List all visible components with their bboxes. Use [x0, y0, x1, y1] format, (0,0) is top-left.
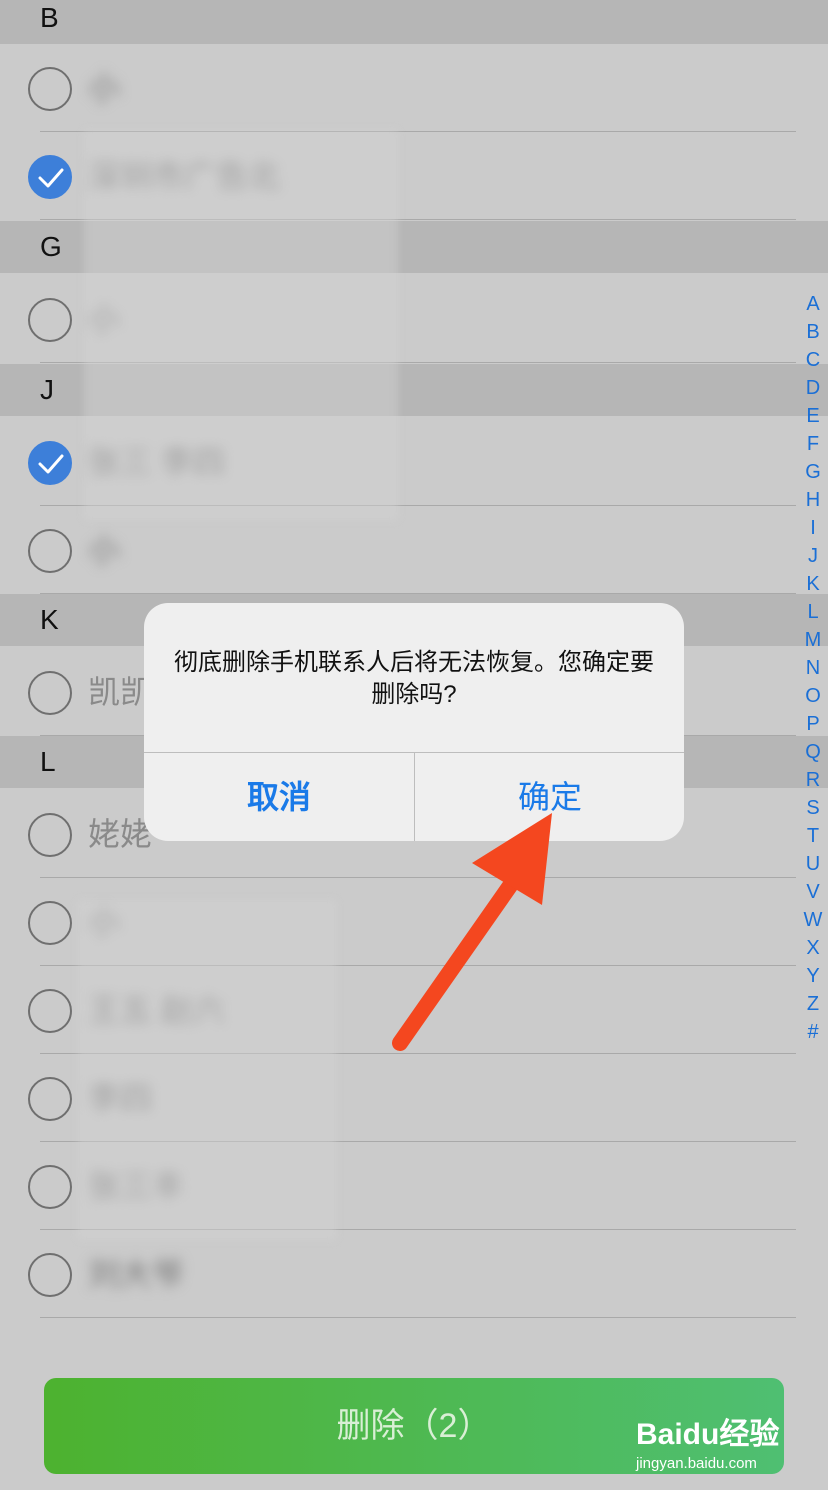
unchecked-checkbox-icon[interactable] — [28, 989, 72, 1033]
unchecked-checkbox-icon[interactable] — [28, 671, 72, 715]
contact-name: 小 — [88, 70, 121, 106]
checkmark-icon — [38, 168, 64, 188]
index-letter[interactable]: P — [806, 710, 819, 738]
contact-name: 姥姥 — [88, 816, 153, 852]
index-letter[interactable]: X — [806, 934, 819, 962]
checked-checkbox-icon[interactable] — [28, 441, 72, 485]
unchecked-checkbox-icon[interactable] — [28, 1077, 72, 1121]
index-letter[interactable]: Q — [805, 738, 821, 766]
index-letter[interactable]: F — [807, 430, 819, 458]
unchecked-checkbox-icon[interactable] — [28, 529, 72, 573]
index-letter[interactable]: G — [805, 458, 821, 486]
contact-name: 刘大爷 — [88, 1256, 185, 1292]
blur-overlay — [84, 130, 398, 520]
index-letter[interactable]: A — [806, 290, 819, 318]
index-letter[interactable]: Z — [807, 990, 819, 1018]
index-letter[interactable]: W — [804, 906, 823, 934]
index-letter[interactable]: K — [806, 570, 819, 598]
index-letter[interactable]: B — [806, 318, 819, 346]
index-letter[interactable]: U — [806, 850, 820, 878]
unchecked-checkbox-icon[interactable] — [28, 67, 72, 111]
unchecked-checkbox-icon[interactable] — [28, 1165, 72, 1209]
index-letter[interactable]: D — [806, 374, 820, 402]
watermark-brand: Baidu经验 — [636, 1417, 779, 1451]
index-letter[interactable]: M — [805, 626, 822, 654]
checked-checkbox-icon[interactable] — [28, 155, 72, 199]
dialog-message: 彻底删除手机联系人后将无法恢复。您确定要删除吗? — [174, 649, 654, 708]
index-letter[interactable]: Y — [806, 962, 819, 990]
index-letter[interactable]: L — [807, 598, 818, 626]
watermark-url: jingyan.baidu.com — [635, 1455, 757, 1472]
contact-row[interactable]: 小 — [0, 44, 828, 132]
index-letter[interactable]: T — [807, 822, 819, 850]
index-letter[interactable]: S — [806, 794, 819, 822]
contact-row[interactable]: 刘大爷 — [0, 1230, 828, 1318]
baidu-jingyan-watermark: Baidu经验 jingyan.baidu.com — [635, 1417, 779, 1472]
section-header-b: B — [0, 0, 828, 44]
blur-overlay — [78, 900, 336, 1240]
annotation-arrow-icon — [392, 813, 552, 1051]
index-letter[interactable]: C — [806, 346, 820, 374]
row-divider — [40, 1317, 796, 1318]
index-letter[interactable]: E — [806, 402, 819, 430]
index-letter[interactable]: H — [806, 486, 820, 514]
index-letter[interactable]: R — [806, 766, 820, 794]
index-letter[interactable]: J — [808, 542, 818, 570]
index-letter[interactable]: O — [805, 682, 821, 710]
unchecked-checkbox-icon[interactable] — [28, 1253, 72, 1297]
cancel-button[interactable]: 取消 — [144, 753, 414, 841]
checkmark-icon — [38, 454, 64, 474]
alphabet-index[interactable]: A B C D E F G H I J K L M N O P Q R S T U V W X Y Z # — [800, 290, 826, 1046]
index-letter[interactable]: V — [806, 878, 819, 906]
unchecked-checkbox-icon[interactable] — [28, 901, 72, 945]
contact-name: 凯凯 — [88, 674, 153, 710]
unchecked-checkbox-icon[interactable] — [28, 298, 72, 342]
index-letter[interactable]: I — [810, 514, 816, 542]
unchecked-checkbox-icon[interactable] — [28, 813, 72, 857]
index-letter[interactable]: # — [807, 1018, 818, 1046]
index-letter[interactable]: N — [806, 654, 820, 682]
contact-name: 小 — [88, 532, 121, 568]
